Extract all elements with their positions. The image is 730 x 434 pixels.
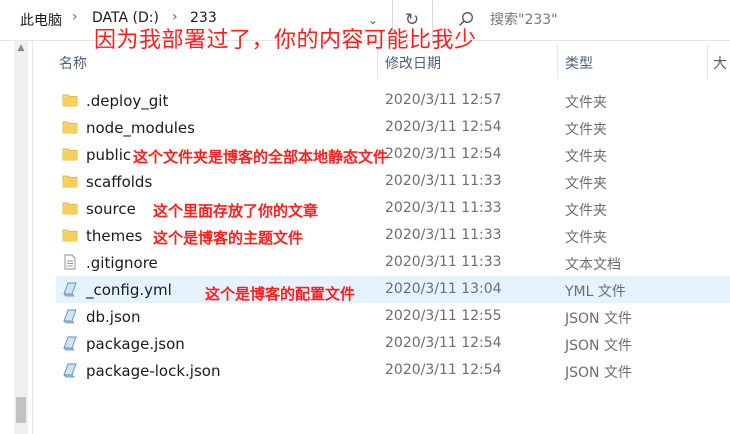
navigation-pane: ▲ xyxy=(0,41,33,434)
file-row[interactable]: package.json 2020/3/11 12:54 JSON 文件 xyxy=(56,330,730,357)
file-date: 2020/3/11 12:54 xyxy=(385,146,502,162)
file-name[interactable]: db.json xyxy=(86,308,140,326)
file-name[interactable]: source xyxy=(86,200,136,218)
scroll-up-icon[interactable]: ▲ xyxy=(14,43,28,53)
file-date: 2020/3/11 12:57 xyxy=(385,92,502,108)
file-row[interactable]: db.json 2020/3/11 12:55 JSON 文件 xyxy=(56,303,730,330)
annotation-source: 这个里面存放了你的文章 xyxy=(153,202,319,220)
headline-annotation: 因为我部署过了，你的内容可能比我少 xyxy=(94,28,477,53)
file-date: 2020/3/11 11:33 xyxy=(385,227,502,243)
file-name[interactable]: .gitignore xyxy=(86,254,158,272)
file-date: 2020/3/11 11:33 xyxy=(385,254,502,270)
file-date: 2020/3/11 12:54 xyxy=(385,335,502,351)
file-name[interactable]: package-lock.json xyxy=(86,362,220,380)
file-date: 2020/3/11 11:33 xyxy=(385,200,502,216)
file-type: 文件夹 xyxy=(565,122,607,138)
script-file-icon xyxy=(62,335,78,351)
column-size-header[interactable]: 大 xyxy=(713,53,727,73)
text-file-icon xyxy=(62,254,78,270)
file-name[interactable]: package.json xyxy=(86,335,185,353)
annotation-public: 这个文件夹是博客的全部本地静态文件 xyxy=(133,148,389,166)
script-file-icon xyxy=(62,362,78,378)
folder-icon xyxy=(62,227,78,243)
file-type: JSON 文件 xyxy=(565,338,632,354)
file-name[interactable]: _config.yml xyxy=(86,281,172,299)
file-name[interactable]: .deploy_git xyxy=(86,92,168,110)
file-name[interactable]: scaffolds xyxy=(86,173,152,191)
file-type: 文件夹 xyxy=(565,95,607,111)
scroll-thumb[interactable] xyxy=(16,397,26,423)
file-type: YML 文件 xyxy=(565,284,626,300)
breadcrumb-this-pc[interactable]: 此电脑 xyxy=(20,10,62,30)
folder-icon xyxy=(62,92,78,108)
file-name[interactable]: node_modules xyxy=(86,119,195,137)
script-file-icon xyxy=(62,308,78,324)
script-file-icon xyxy=(62,281,78,297)
file-type: JSON 文件 xyxy=(565,365,632,381)
file-row[interactable]: package-lock.json 2020/3/11 12:54 JSON 文件 xyxy=(56,357,730,384)
column-divider[interactable] xyxy=(707,45,708,79)
nav-scrollbar[interactable]: ▲ xyxy=(14,41,28,434)
column-date-header[interactable]: 修改日期 xyxy=(385,53,441,73)
file-type: 文件夹 xyxy=(565,230,607,246)
file-type: 文本文档 xyxy=(565,257,621,273)
file-row[interactable]: scaffolds 2020/3/11 11:33 文件夹 xyxy=(56,168,730,195)
file-type: 文件夹 xyxy=(565,203,607,219)
file-date: 2020/3/11 12:55 xyxy=(385,308,502,324)
file-date: 2020/3/11 12:54 xyxy=(385,362,502,378)
file-date: 2020/3/11 11:33 xyxy=(385,173,502,189)
file-row[interactable]: .gitignore 2020/3/11 11:33 文本文档 xyxy=(56,249,730,276)
file-name[interactable]: themes xyxy=(86,227,142,245)
search-input[interactable] xyxy=(490,10,720,30)
chevron-right-icon[interactable]: › xyxy=(72,9,78,25)
column-type-header[interactable]: 类型 xyxy=(565,53,593,73)
annotation-config: 这个是博客的配置文件 xyxy=(205,285,356,303)
search-box[interactable] xyxy=(442,0,730,40)
folder-icon xyxy=(62,146,78,162)
file-row[interactable]: .deploy_git 2020/3/11 12:57 文件夹 xyxy=(56,87,730,114)
file-date: 2020/3/11 12:54 xyxy=(385,119,502,135)
column-divider[interactable] xyxy=(557,45,558,79)
file-type: JSON 文件 xyxy=(565,311,632,327)
file-row[interactable]: _config.yml 2020/3/11 13:04 YML 文件 xyxy=(56,276,730,303)
folder-icon xyxy=(62,200,78,216)
file-row[interactable]: node_modules 2020/3/11 12:54 文件夹 xyxy=(56,114,730,141)
folder-icon xyxy=(62,173,78,189)
folder-icon xyxy=(62,119,78,135)
file-name[interactable]: public xyxy=(86,146,131,164)
column-name-header[interactable]: 名称 xyxy=(59,53,87,73)
annotation-themes: 这个是博客的主题文件 xyxy=(153,229,304,247)
file-date: 2020/3/11 13:04 xyxy=(385,281,502,297)
file-type: 文件夹 xyxy=(565,176,607,192)
file-type: 文件夹 xyxy=(565,149,607,165)
